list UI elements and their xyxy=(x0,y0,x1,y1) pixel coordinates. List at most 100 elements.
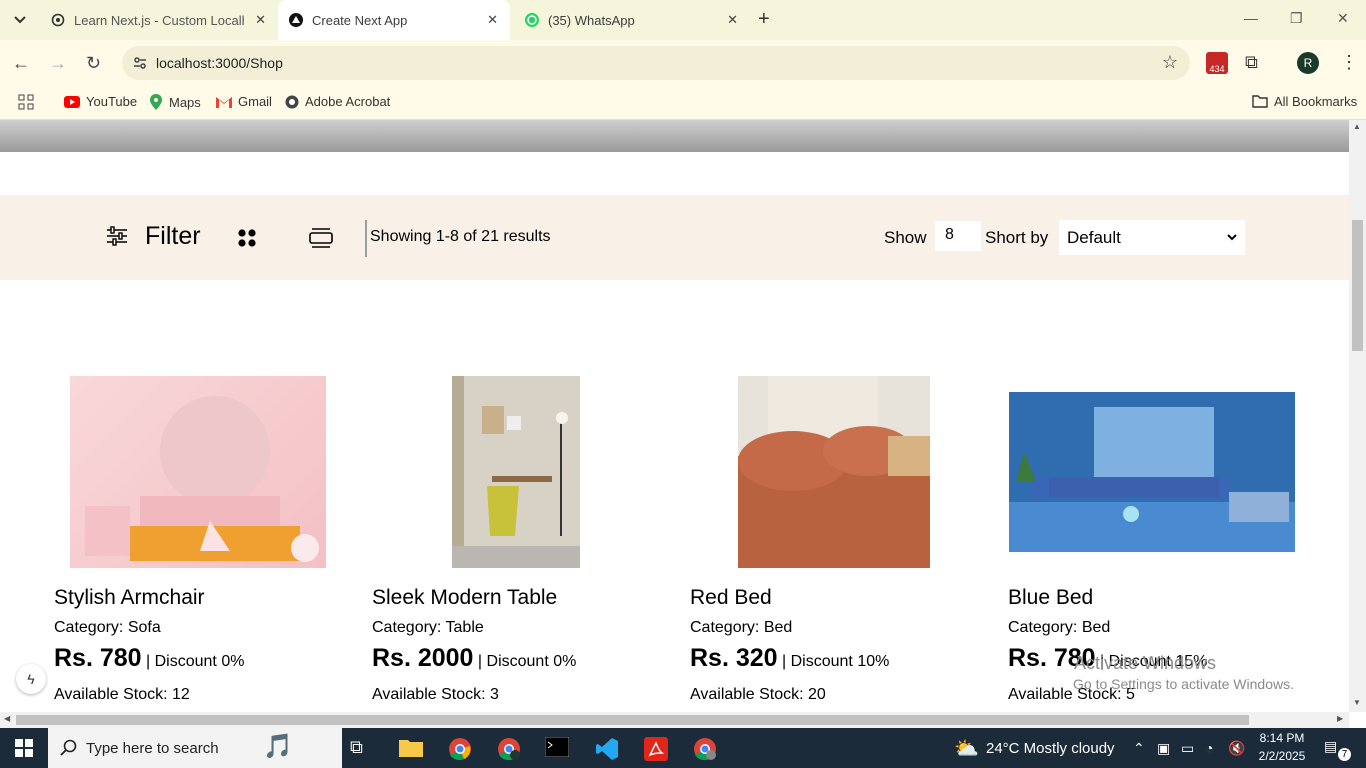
gmail-icon xyxy=(216,96,232,108)
weather-text[interactable]: 24°C Mostly cloudy xyxy=(986,740,1115,757)
gramophone-icon: 🎵 xyxy=(263,733,293,760)
vscode-icon[interactable] xyxy=(595,737,619,760)
product-price: Rs. 320 xyxy=(690,644,778,672)
profile-avatar[interactable]: R xyxy=(1297,52,1319,74)
bookmark-youtube[interactable]: YouTube xyxy=(64,94,137,109)
tab-learn-nextjs[interactable]: Learn Next.js - Custom Localho ✕ xyxy=(40,0,276,40)
list-view-icon[interactable] xyxy=(309,227,333,249)
scroll-up-icon[interactable]: ▲ xyxy=(1353,122,1361,131)
product-category: Category: Bed xyxy=(690,619,793,636)
restore-icon[interactable]: ❐ xyxy=(1290,10,1303,27)
bookmark-gmail[interactable]: Gmail xyxy=(216,94,272,109)
product-price: Rs. 2000 xyxy=(372,644,474,672)
horizontal-scrollbar[interactable]: ◀ ▶ xyxy=(0,712,1349,728)
product-name[interactable]: Stylish Armchair xyxy=(54,586,205,610)
youtube-icon xyxy=(64,95,80,108)
tab-whatsapp[interactable]: (35) WhatsApp ✕ xyxy=(512,0,748,40)
reload-icon[interactable]: ↻ xyxy=(86,53,101,74)
bookmark-maps[interactable]: Maps xyxy=(149,94,201,110)
close-window-icon[interactable]: ✕ xyxy=(1337,10,1349,27)
battery-icon[interactable]: ▭ xyxy=(1181,740,1194,757)
divider xyxy=(365,220,367,257)
filter-label[interactable]: Filter xyxy=(145,222,201,251)
minimize-icon[interactable]: — xyxy=(1244,10,1258,26)
scroll-down-icon[interactable]: ▼ xyxy=(1353,698,1361,707)
volume-muted-icon[interactable]: 🔇 xyxy=(1228,740,1245,757)
bookmark-label: Maps xyxy=(169,94,201,110)
task-view-icon[interactable]: ⧉ xyxy=(350,737,374,759)
results-count: Showing 1-8 of 21 results xyxy=(370,228,551,245)
product-stock: Available Stock: 12 xyxy=(54,686,190,703)
acrobat-icon xyxy=(285,95,299,109)
product-name[interactable]: Blue Bed xyxy=(1008,586,1093,610)
apps-grid-icon[interactable] xyxy=(18,94,34,115)
bookmarks-bar: YouTube Maps Gmail Adobe Acrobat All Boo… xyxy=(0,86,1366,120)
star-icon[interactable]: ☆ xyxy=(1162,52,1178,73)
folder-icon xyxy=(1252,95,1268,108)
product-image[interactable] xyxy=(452,376,580,568)
product-image[interactable] xyxy=(70,376,326,568)
back-arrow-icon[interactable]: ← xyxy=(12,53,30,74)
site-info-icon[interactable] xyxy=(132,55,148,71)
product-category: Category: Bed xyxy=(1008,619,1111,636)
all-bookmarks[interactable]: All Bookmarks xyxy=(1252,94,1357,109)
product-name[interactable]: Red Bed xyxy=(690,586,772,610)
notification-count: 7 xyxy=(1338,748,1351,761)
clock-date[interactable]: 2/2/2025 xyxy=(1257,749,1307,763)
meet-now-icon[interactable]: ▣ xyxy=(1157,740,1170,757)
search-placeholder: Type here to search xyxy=(86,739,219,757)
tab-title: Create Next App xyxy=(312,12,408,28)
lightning-icon[interactable]: ϟ xyxy=(16,664,46,694)
chrome-guest-icon[interactable] xyxy=(693,737,717,761)
new-tab-button[interactable]: + xyxy=(758,8,770,31)
taskbar-search[interactable]: Type here to search 🎵 xyxy=(48,728,342,768)
whatsapp-icon xyxy=(524,12,540,28)
avatar-initial: R xyxy=(1303,56,1313,70)
windows-start-icon[interactable] xyxy=(15,739,33,762)
tab-search-button[interactable] xyxy=(8,8,32,32)
all-bookmarks-label: All Bookmarks xyxy=(1274,94,1358,109)
activate-windows-title: Activate Windows xyxy=(1074,653,1217,673)
close-icon[interactable]: ✕ xyxy=(727,12,738,28)
grid-view-icon[interactable] xyxy=(238,229,256,247)
sliders-icon[interactable] xyxy=(106,226,128,246)
chrome-icon[interactable] xyxy=(448,737,472,761)
puzzle-icon[interactable]: ⧉ xyxy=(1245,52,1258,73)
tab-create-next-app[interactable]: Create Next App ✕ xyxy=(278,0,510,40)
windows-taskbar: Type here to search 🎵 ⧉ ⛅ 24°C Mostly cl… xyxy=(0,728,1366,768)
product-stock: Available Stock: 3 xyxy=(372,686,499,703)
scrollbar-thumb[interactable] xyxy=(1352,220,1363,351)
product-image[interactable] xyxy=(1009,392,1295,552)
chevron-down-icon xyxy=(14,16,26,24)
sort-select[interactable]: Default xyxy=(1059,220,1245,255)
openai-icon xyxy=(50,12,66,28)
extension-badge-icon[interactable]: 434 xyxy=(1206,52,1228,74)
weather-icon[interactable]: ⛅ xyxy=(954,736,979,761)
scroll-left-icon[interactable]: ◀ xyxy=(4,714,10,723)
chrome-profile-icon[interactable] xyxy=(497,737,521,761)
wifi-icon[interactable]: ◔ xyxy=(1205,740,1213,756)
forward-arrow-icon[interactable]: → xyxy=(49,53,67,74)
notification-icon[interactable]: ▤ xyxy=(1324,738,1337,755)
product-image[interactable] xyxy=(738,376,930,568)
url-text[interactable]: localhost:3000/Shop xyxy=(156,55,283,71)
close-icon[interactable]: ✕ xyxy=(487,12,498,28)
address-bar[interactable]: localhost:3000/Shop ☆ xyxy=(122,46,1190,80)
vertical-scrollbar[interactable]: ▲ ▼ xyxy=(1349,120,1366,712)
bookmark-adobe-acrobat[interactable]: Adobe Acrobat xyxy=(285,94,390,109)
close-icon[interactable]: ✕ xyxy=(255,12,266,28)
scroll-right-icon[interactable]: ▶ xyxy=(1337,714,1343,723)
acrobat-reader-icon[interactable] xyxy=(644,737,668,761)
scrollbar-thumb[interactable] xyxy=(16,715,1249,725)
shop-page: Filter Showing 1-8 of 21 results Show 8 … xyxy=(0,120,1349,712)
tray-chevron-up-icon[interactable]: ⌃ xyxy=(1133,740,1145,757)
terminal-icon[interactable] xyxy=(544,736,570,759)
kebab-menu-icon[interactable]: ⋮ xyxy=(1340,52,1358,73)
product-price: Rs. 780 xyxy=(54,644,142,672)
show-count-input[interactable]: 8 xyxy=(935,221,981,251)
tab-strip: Learn Next.js - Custom Localho ✕ Create … xyxy=(0,0,1366,40)
product-name[interactable]: Sleek Modern Table xyxy=(372,586,557,610)
product-price-row: Rs. 780 | Discount 0% xyxy=(54,644,244,673)
clock-time[interactable]: 8:14 PM xyxy=(1257,731,1307,745)
file-explorer-icon[interactable] xyxy=(399,737,423,759)
